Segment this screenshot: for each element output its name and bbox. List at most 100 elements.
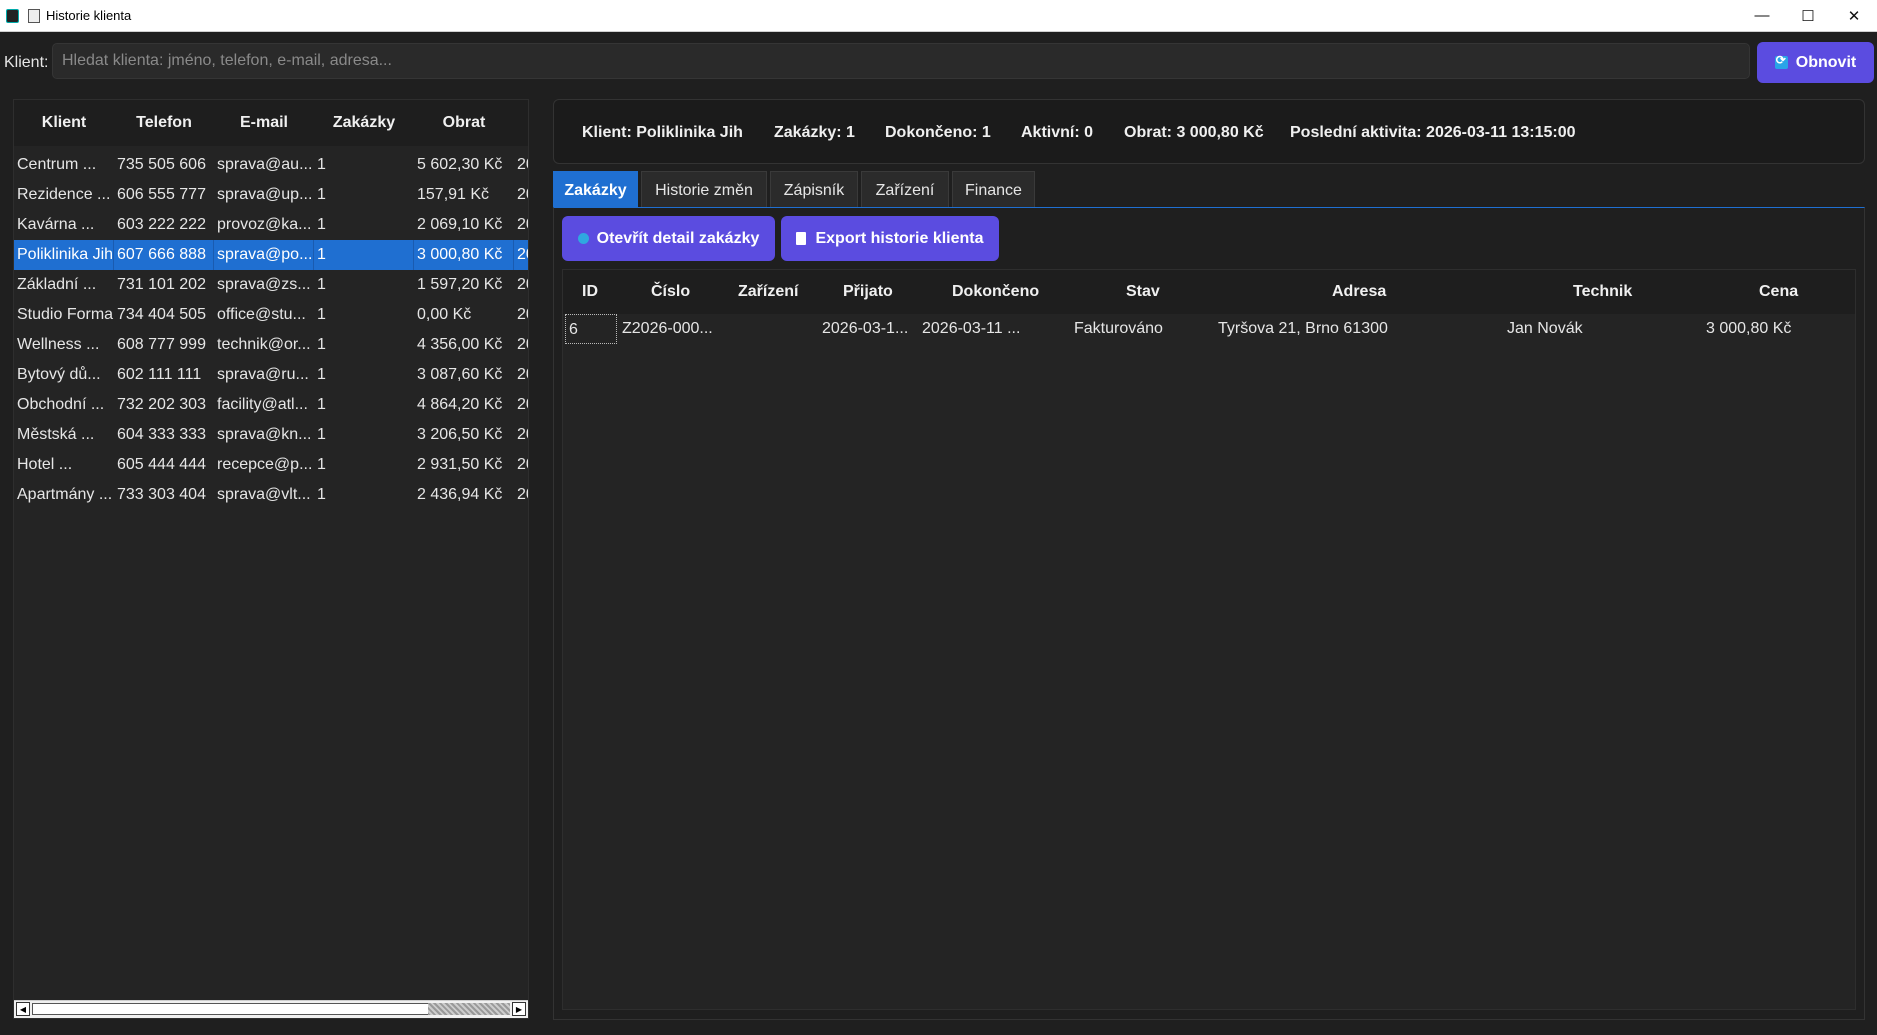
table-row[interactable]: Centrum ... 735 505 606 sprava@au... 1 5 602… [14,150,528,180]
client-turnover[interactable]: 0,00 Kč [414,300,514,330]
client-orders[interactable]: 1 [314,480,414,510]
client-email[interactable]: sprava@vlt... [214,480,314,510]
table-row[interactable]: Studio Forma 734 404 505 office@stu... 1 0,0… [14,300,528,330]
order-received[interactable]: 2026-03-1... [822,314,908,344]
column-header-zarizeni[interactable]: Zařízení [738,270,798,314]
client-email[interactable]: sprava@po... [214,240,314,270]
order-number[interactable]: Z2026-000... [622,314,713,344]
order-technician[interactable]: Jan Novák [1507,314,1583,344]
client-turnover[interactable]: 3 000,80 Kč [414,240,514,270]
table-row[interactable]: Základní ... 731 101 202 sprava@zs... 1 1 59… [14,270,528,300]
client-search-input[interactable] [52,43,1750,79]
export-history-button[interactable]: Export historie klienta [781,216,999,261]
client-email[interactable]: technik@or... [214,330,314,360]
column-header-email[interactable]: E-mail [214,100,314,146]
client-orders[interactable]: 1 [314,330,414,360]
client-extra[interactable]: 20 [514,150,528,180]
client-name[interactable]: Hotel ... [14,450,114,480]
client-turnover[interactable]: 2 931,50 Kč [414,450,514,480]
client-name[interactable]: Centrum ... [14,150,114,180]
client-extra[interactable]: 20 [514,210,528,240]
client-email[interactable]: sprava@zs... [214,270,314,300]
order-completed[interactable]: 2026-03-11 ... [922,314,1020,344]
table-row[interactable]: Poliklinika Jih 607 666 888 sprava@po... 1 3… [14,240,528,270]
maximize-button[interactable]: ☐ [1785,0,1831,31]
client-phone[interactable]: 734 404 505 [114,300,214,330]
client-orders[interactable]: 1 [314,390,414,420]
client-turnover[interactable]: 5 602,30 Kč [414,150,514,180]
tab-zapisnik[interactable]: Zápisník [770,171,858,208]
client-email[interactable]: office@stu... [214,300,314,330]
column-header-adresa[interactable]: Adresa [1332,270,1386,314]
client-name[interactable]: Wellness ... [14,330,114,360]
column-header-prijato[interactable]: Přijato [843,270,893,314]
column-header-stav[interactable]: Stav [1126,270,1160,314]
client-name[interactable]: Poliklinika Jih [14,240,114,270]
client-extra[interactable]: 20 [514,450,528,480]
table-row[interactable]: Apartmány ... 733 303 404 sprava@vlt... 1 2 … [14,480,528,510]
tab-finance[interactable]: Finance [952,171,1035,208]
client-orders[interactable]: 1 [314,360,414,390]
column-header-cislo[interactable]: Číslo [651,270,690,314]
client-orders[interactable]: 1 [314,210,414,240]
horizontal-scrollbar[interactable]: ◀ ▶ [14,1000,528,1018]
column-header-cena[interactable]: Cena [1759,270,1798,314]
close-button[interactable]: ✕ [1831,0,1877,31]
client-phone[interactable]: 606 555 777 [114,180,214,210]
client-name[interactable]: Apartmány ... [14,480,114,510]
table-row[interactable]: Rezidence ... 606 555 777 sprava@up... 1 157… [14,180,528,210]
client-turnover[interactable]: 1 597,20 Kč [414,270,514,300]
open-order-detail-button[interactable]: Otevřít detail zakázky [562,216,775,261]
client-email[interactable]: sprava@ru... [214,360,314,390]
column-header-obrat[interactable]: Obrat [414,100,514,146]
client-orders[interactable]: 1 [314,300,414,330]
client-name[interactable]: Bytový dů... [14,360,114,390]
client-phone[interactable]: 731 101 202 [114,270,214,300]
client-orders[interactable]: 1 [314,270,414,300]
client-phone[interactable]: 732 202 303 [114,390,214,420]
client-name[interactable]: Kavárna ... [14,210,114,240]
client-extra[interactable]: 20 [514,330,528,360]
column-header-id[interactable]: ID [582,270,598,314]
client-turnover[interactable]: 2 436,94 Kč [414,480,514,510]
client-name[interactable]: Městská ... [14,420,114,450]
client-email[interactable]: sprava@up... [214,180,314,210]
client-orders[interactable]: 1 [314,240,414,270]
client-email[interactable]: facility@atl... [214,390,314,420]
client-name[interactable]: Obchodní ... [14,390,114,420]
client-turnover[interactable]: 2 069,10 Kč [414,210,514,240]
client-name[interactable]: Studio Forma [14,300,114,330]
scroll-right-icon[interactable]: ▶ [512,1002,526,1016]
client-email[interactable]: provoz@ka... [214,210,314,240]
client-email[interactable]: sprava@au... [214,150,314,180]
order-price[interactable]: 3 000,80 Kč [1706,314,1791,344]
client-phone[interactable]: 733 303 404 [114,480,214,510]
client-extra[interactable]: 20 [514,240,528,270]
order-status[interactable]: Fakturováno [1074,314,1163,344]
client-extra[interactable]: 20 [514,270,528,300]
client-extra[interactable]: 20 [514,180,528,210]
client-extra[interactable]: 20 [514,480,528,510]
client-phone[interactable]: 603 222 222 [114,210,214,240]
minimize-button[interactable]: — [1739,0,1785,31]
order-address[interactable]: Tyršova 21, Brno 61300 [1218,314,1388,344]
table-row[interactable]: Wellness ... 608 777 999 technik@or... 1 4 3… [14,330,528,360]
client-email[interactable]: recepce@p... [214,450,314,480]
client-extra[interactable]: 20 [514,360,528,390]
client-name[interactable]: Rezidence ... [14,180,114,210]
client-phone[interactable]: 608 777 999 [114,330,214,360]
client-turnover[interactable]: 3 206,50 Kč [414,420,514,450]
table-row[interactable]: Obchodní ... 732 202 303 facility@atl... 1 4… [14,390,528,420]
order-id[interactable]: 6 [565,314,617,344]
table-row[interactable]: Kavárna ... 603 222 222 provoz@ka... 1 2 069… [14,210,528,240]
table-row[interactable]: Městská ... 604 333 333 sprava@kn... 1 3 206… [14,420,528,450]
client-email[interactable]: sprava@kn... [214,420,314,450]
client-phone[interactable]: 735 505 606 [114,150,214,180]
table-row[interactable]: Bytový dů... 602 111 111 sprava@ru... 1 3 08… [14,360,528,390]
client-turnover[interactable]: 4 356,00 Kč [414,330,514,360]
client-phone[interactable]: 604 333 333 [114,420,214,450]
column-header-technik[interactable]: Technik [1573,270,1632,314]
scroll-left-icon[interactable]: ◀ [16,1002,30,1016]
tab-zarizeni[interactable]: Zařízení [861,171,949,208]
client-phone[interactable]: 605 444 444 [114,450,214,480]
